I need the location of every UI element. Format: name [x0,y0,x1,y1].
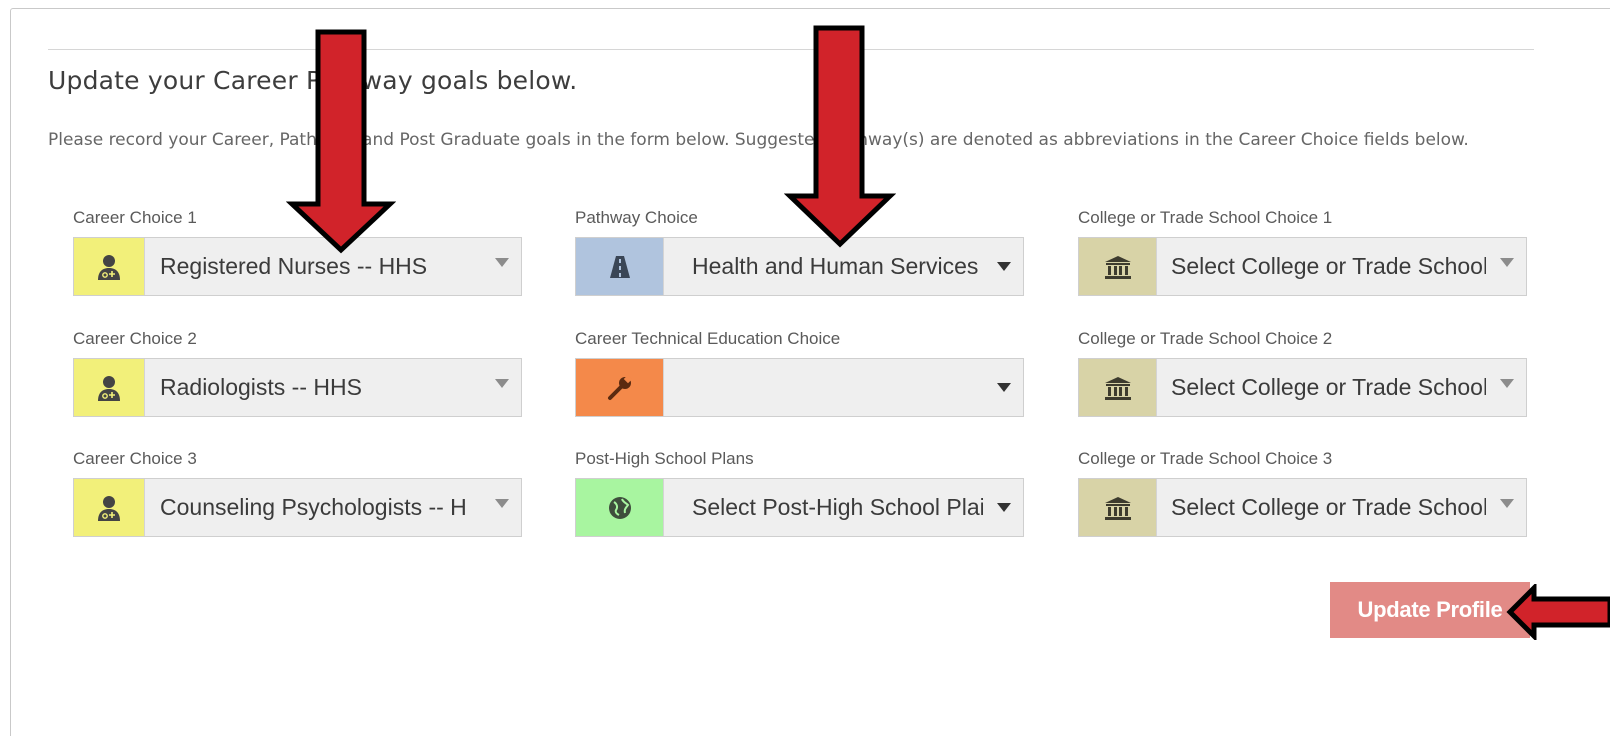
college-choice-3-label: College or Trade School Choice 3 [1078,449,1333,468]
college-choice-2-select[interactable]: Select College or Trade School [1157,359,1526,416]
college-choice-3-field: College or Trade School Choice 3 Select … [1078,448,1527,537]
post-high-school-label: Post-High School Plans [575,449,754,468]
chevron-down-icon [495,379,509,388]
chevron-down-icon [495,499,509,508]
college-choice-1-value: Select College or Trade School [1171,253,1486,279]
institution-icon [1079,479,1157,536]
career-choice-3-label: Career Choice 3 [73,449,197,468]
college-choice-3-select[interactable]: Select College or Trade School [1157,479,1526,536]
chevron-down-icon [997,503,1011,512]
institution-icon [1079,359,1157,416]
college-choice-1-label: College or Trade School Choice 1 [1078,208,1333,227]
cte-choice-select[interactable] [664,359,1023,416]
annotation-arrow-down-icon [784,25,896,248]
chevron-down-icon [495,258,509,267]
career-choice-2-value: Radiologists -- HHS [160,374,362,400]
career-choice-2-label: Career Choice 2 [73,329,197,348]
road-icon [576,238,664,295]
career-choice-3-field: Career Choice 3 Counseling Psychologists… [73,448,522,537]
career-choice-3-select[interactable]: Counseling Psychologists -- H [145,479,521,536]
career-choice-3-value: Counseling Psychologists -- H [160,494,467,520]
chevron-down-icon [997,383,1011,392]
doctor-icon [74,479,145,536]
chevron-down-icon [997,262,1011,271]
pathway-choice-value: Health and Human Services [692,253,979,279]
college-choice-1-field: College or Trade School Choice 1 Select … [1078,207,1527,296]
career-choice-2-select[interactable]: Radiologists -- HHS [145,359,521,416]
college-choice-2-value: Select College or Trade School [1171,374,1486,400]
college-choice-3-value: Select College or Trade School [1171,494,1486,520]
college-choice-2-field: College or Trade School Choice 2 Select … [1078,328,1527,417]
college-choice-1-select[interactable]: Select College or Trade School [1157,238,1526,295]
post-high-school-select[interactable]: Select Post-High School Plai [664,479,1023,536]
institution-icon [1079,238,1157,295]
college-choice-2-label: College or Trade School Choice 2 [1078,329,1333,348]
chevron-down-icon [1500,499,1514,508]
post-high-school-value: Select Post-High School Plai [692,494,983,520]
doctor-icon [74,359,145,416]
chevron-down-icon [1500,379,1514,388]
post-high-school-field: Post-High School Plans Select Post-High … [575,448,1024,537]
annotation-arrow-down-icon [286,29,396,254]
wrench-icon [576,359,664,416]
globe-icon [576,479,664,536]
doctor-icon [74,238,145,295]
annotation-arrow-left-icon [1506,584,1610,640]
cte-choice-label: Career Technical Education Choice [575,329,841,348]
career-choice-1-value: Registered Nurses -- HHS [160,253,428,279]
cte-choice-field: Career Technical Education Choice [575,328,1024,417]
chevron-down-icon [1500,258,1514,267]
career-choice-2-field: Career Choice 2 Radiologists -- HHS [73,328,522,417]
update-profile-button[interactable]: Update Profile [1330,582,1530,638]
